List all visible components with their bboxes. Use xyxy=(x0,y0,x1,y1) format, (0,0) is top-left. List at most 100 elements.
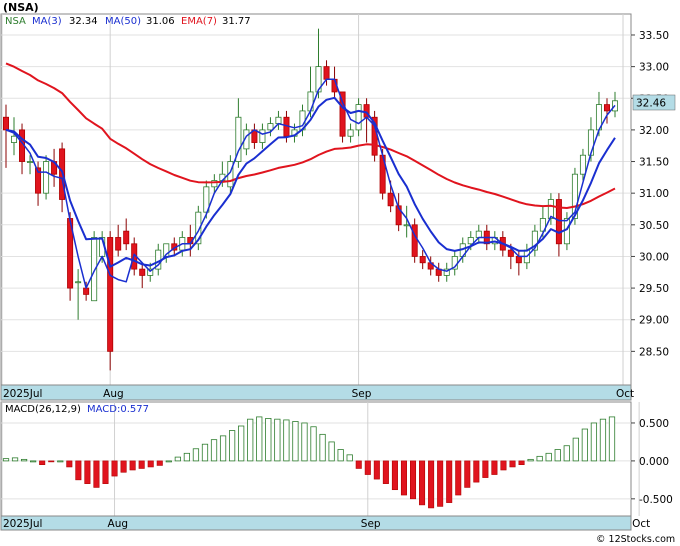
macd-bar xyxy=(165,460,172,463)
macd-date-label: Sep xyxy=(361,518,381,530)
macd-bar xyxy=(2,458,10,462)
macd-bar xyxy=(129,460,136,471)
macd-bar xyxy=(84,460,91,484)
price-date-label: Oct xyxy=(616,388,634,400)
price-tick-label: 29.50 xyxy=(639,283,669,295)
price-tick-label: 32.00 xyxy=(639,125,669,137)
macd-bar xyxy=(500,460,507,471)
macd-bar xyxy=(328,441,335,462)
macd-bar xyxy=(247,418,254,462)
candle-body xyxy=(107,237,114,352)
macd-bar xyxy=(66,460,73,468)
candle-body xyxy=(259,129,266,143)
macd-bar xyxy=(373,460,380,480)
macd-bar xyxy=(30,460,37,463)
macd-bar xyxy=(599,418,607,462)
candle-body xyxy=(603,104,610,112)
price-tick-label: 30.50 xyxy=(639,220,669,232)
candle-body xyxy=(579,154,586,175)
macd-bar xyxy=(174,456,181,462)
candle-body xyxy=(275,116,282,124)
price-tick-label: 29.00 xyxy=(639,315,669,327)
macd-bar xyxy=(382,460,389,484)
macd-bar xyxy=(572,437,579,462)
macd-bar xyxy=(590,422,598,462)
macd-bar xyxy=(75,460,82,481)
candle-body xyxy=(267,123,274,131)
candle-body xyxy=(547,199,554,219)
candle-body xyxy=(387,192,394,207)
macd-bar xyxy=(138,460,145,469)
macd-bar xyxy=(419,460,426,506)
candle-body xyxy=(507,249,514,257)
candle-body xyxy=(11,135,18,143)
candle-body xyxy=(323,66,330,80)
candle-body xyxy=(403,224,410,227)
macd-bar xyxy=(210,439,218,462)
macd-bar xyxy=(147,460,154,468)
macd-bar xyxy=(283,419,290,462)
macd-date-label: Aug xyxy=(108,518,129,530)
macd-bar xyxy=(156,460,163,466)
macd-bar xyxy=(102,460,109,484)
macd-bar xyxy=(39,460,46,465)
macd-bar xyxy=(219,435,227,462)
legend-ema7-name: EMA(7) xyxy=(181,16,217,27)
macd-bar xyxy=(518,460,525,465)
macd-bar xyxy=(455,460,462,496)
candle-body xyxy=(139,268,146,276)
macd-bar xyxy=(57,460,64,463)
macd-date-label: 2025Jul xyxy=(3,518,42,530)
macd-bar xyxy=(319,433,326,462)
macd-bar xyxy=(608,416,616,462)
candle-body xyxy=(27,161,34,163)
macd-bar xyxy=(256,416,263,462)
macd-bar xyxy=(93,460,100,488)
macd-legend-title: MACD(26,12,9) xyxy=(5,404,81,415)
macd-bar xyxy=(491,460,498,475)
price-legend: NSA MA(3) 32.34 MA(50) 31.06 EMA(7) 31.7… xyxy=(5,16,251,27)
macd-tick-label: 0.500 xyxy=(639,418,669,430)
macd-bar xyxy=(563,445,570,462)
macd-bar xyxy=(581,428,588,462)
macd-bar xyxy=(229,430,236,462)
price-tick-label: 33.00 xyxy=(639,62,669,74)
macd-bar xyxy=(111,460,118,477)
macd-bar xyxy=(410,460,417,500)
price-tick-label: 33.50 xyxy=(639,30,669,42)
candle-body xyxy=(43,161,50,194)
macd-bar xyxy=(11,457,19,462)
candle-body xyxy=(83,287,90,295)
macd-tick-label: 0.000 xyxy=(639,456,669,468)
macd-bar xyxy=(554,449,561,462)
macd-legend-value: MACD:0.577 xyxy=(87,404,149,415)
candle-body xyxy=(419,256,426,264)
price-tick-label: 28.50 xyxy=(639,346,669,358)
macd-bar xyxy=(400,460,407,496)
macd-bar xyxy=(446,460,453,503)
legend-ma50-name: MA(50) xyxy=(105,16,141,27)
legend-ma50-value: 31.06 xyxy=(146,16,175,27)
price-date-label: Sep xyxy=(352,388,372,400)
macd-bar xyxy=(482,460,489,478)
macd-bar xyxy=(20,458,28,462)
candle-body xyxy=(3,116,9,131)
macd-date-label: Oct xyxy=(632,518,650,530)
candle-body xyxy=(467,237,474,245)
price-date-label: 2025Jul xyxy=(3,388,42,400)
macd-bar xyxy=(527,458,534,462)
macd-bar xyxy=(201,443,209,462)
watermark: © 12Stocks.com xyxy=(596,534,675,545)
macd-bar xyxy=(120,460,127,473)
macd-bar xyxy=(346,454,353,462)
macd-bar xyxy=(48,460,55,463)
candle-body xyxy=(411,224,418,257)
last-price-tag: 32.46 xyxy=(632,94,676,111)
macd-bar xyxy=(509,460,516,468)
candle-body xyxy=(475,230,482,238)
macd-bar xyxy=(301,422,308,462)
macd-bar xyxy=(238,425,245,462)
macd-date-band xyxy=(0,515,632,531)
legend-symbol: NSA xyxy=(5,16,26,27)
macd-bar xyxy=(437,460,444,507)
